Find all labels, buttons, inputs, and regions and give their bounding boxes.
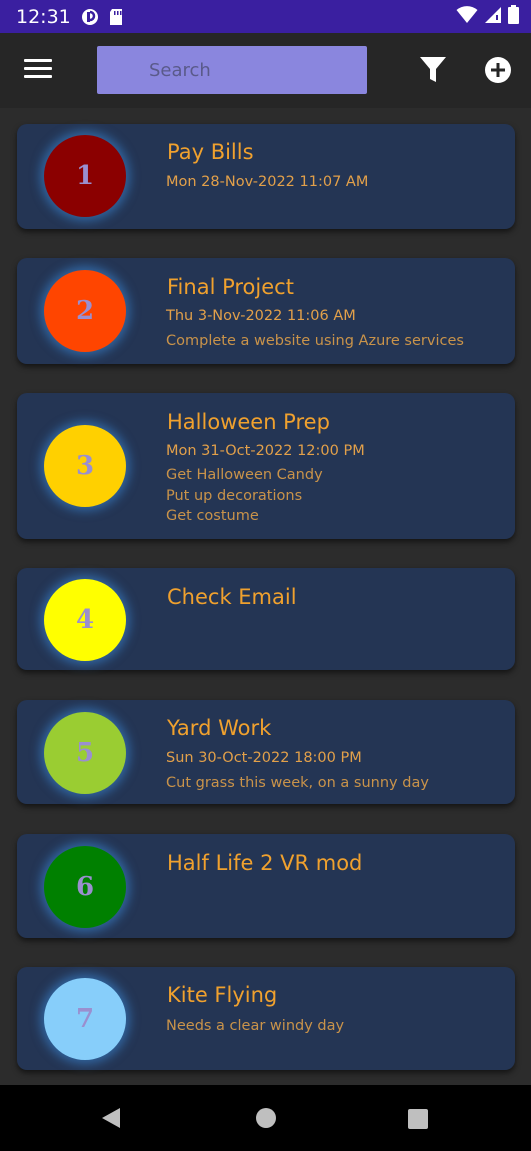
task-number-badge: 5: [44, 712, 126, 794]
task-number: 3: [75, 451, 95, 481]
task-date: Mon 28-Nov-2022 11:07 AM: [166, 174, 369, 190]
task-number-badge: 4: [44, 579, 126, 661]
task-number-badge: 6: [44, 846, 126, 928]
wifi-icon: [456, 5, 478, 28]
task-date: Sun 30-Oct-2022 18:00 PM: [166, 750, 362, 766]
home-circle-icon[interactable]: [256, 1108, 276, 1128]
task-notes: Needs a clear windy day: [166, 1018, 345, 1034]
task-card-halloween-prep[interactable]: 3 Halloween Prep Mon 31-Oct-2022 12:00 P…: [17, 393, 515, 539]
search-input[interactable]: [149, 59, 349, 81]
data-saver-icon: [81, 8, 99, 26]
task-title: Yard Work: [167, 716, 272, 740]
task-title: Final Project: [167, 275, 294, 299]
back-triangle-icon[interactable]: [101, 1107, 121, 1133]
task-number-badge: 1: [44, 135, 126, 217]
task-notes: Get Halloween Candy Put up decorations G…: [166, 467, 323, 524]
task-number: 6: [75, 872, 95, 902]
filter-icon[interactable]: [419, 55, 447, 85]
sd-card-icon: [107, 8, 125, 26]
task-title: Half Life 2 VR mod: [167, 851, 363, 875]
task-title: Check Email: [167, 585, 297, 609]
search-box[interactable]: [97, 46, 367, 94]
task-date: Thu 3-Nov-2022 11:06 AM: [166, 308, 356, 324]
cellular-signal-icon: [484, 6, 502, 28]
status-time: 12:31: [16, 5, 71, 28]
task-notes: Complete a website using Azure services: [166, 333, 464, 349]
task-number: 7: [75, 1004, 95, 1034]
task-card-check-email[interactable]: 4 Check Email: [17, 568, 515, 670]
task-date: Mon 31-Oct-2022 12:00 PM: [166, 443, 365, 459]
task-number: 2: [75, 296, 95, 326]
task-number-badge: 3: [44, 425, 126, 507]
task-list[interactable]: 1 Pay Bills Mon 28-Nov-2022 11:07 AM 2 F…: [0, 108, 531, 1085]
recents-square-icon[interactable]: [408, 1109, 428, 1129]
task-title: Kite Flying: [167, 983, 278, 1007]
task-card-pay-bills[interactable]: 1 Pay Bills Mon 28-Nov-2022 11:07 AM: [17, 124, 515, 229]
task-number: 5: [75, 738, 95, 768]
task-title: Pay Bills: [167, 140, 254, 164]
task-card-final-project[interactable]: 2 Final Project Thu 3-Nov-2022 11:06 AM …: [17, 258, 515, 364]
task-card-yard-work[interactable]: 5 Yard Work Sun 30-Oct-2022 18:00 PM Cut…: [17, 700, 515, 804]
task-card-half-life-2-vr-mod[interactable]: 6 Half Life 2 VR mod: [17, 834, 515, 938]
task-number-badge: 2: [44, 270, 126, 352]
task-number: 1: [75, 161, 95, 191]
task-number: 4: [75, 605, 95, 635]
battery-icon: [508, 5, 519, 28]
hamburger-menu-icon[interactable]: [24, 59, 52, 81]
task-notes: Cut grass this week, on a sunny day: [166, 775, 429, 791]
system-nav-bar: [0, 1085, 531, 1151]
add-circle-icon[interactable]: [484, 56, 512, 84]
task-card-kite-flying[interactable]: 7 Kite Flying Needs a clear windy day: [17, 967, 515, 1070]
task-number-badge: 7: [44, 978, 126, 1060]
app-bar: [0, 33, 531, 108]
task-title: Halloween Prep: [167, 410, 330, 434]
status-bar: 12:31: [0, 0, 531, 33]
